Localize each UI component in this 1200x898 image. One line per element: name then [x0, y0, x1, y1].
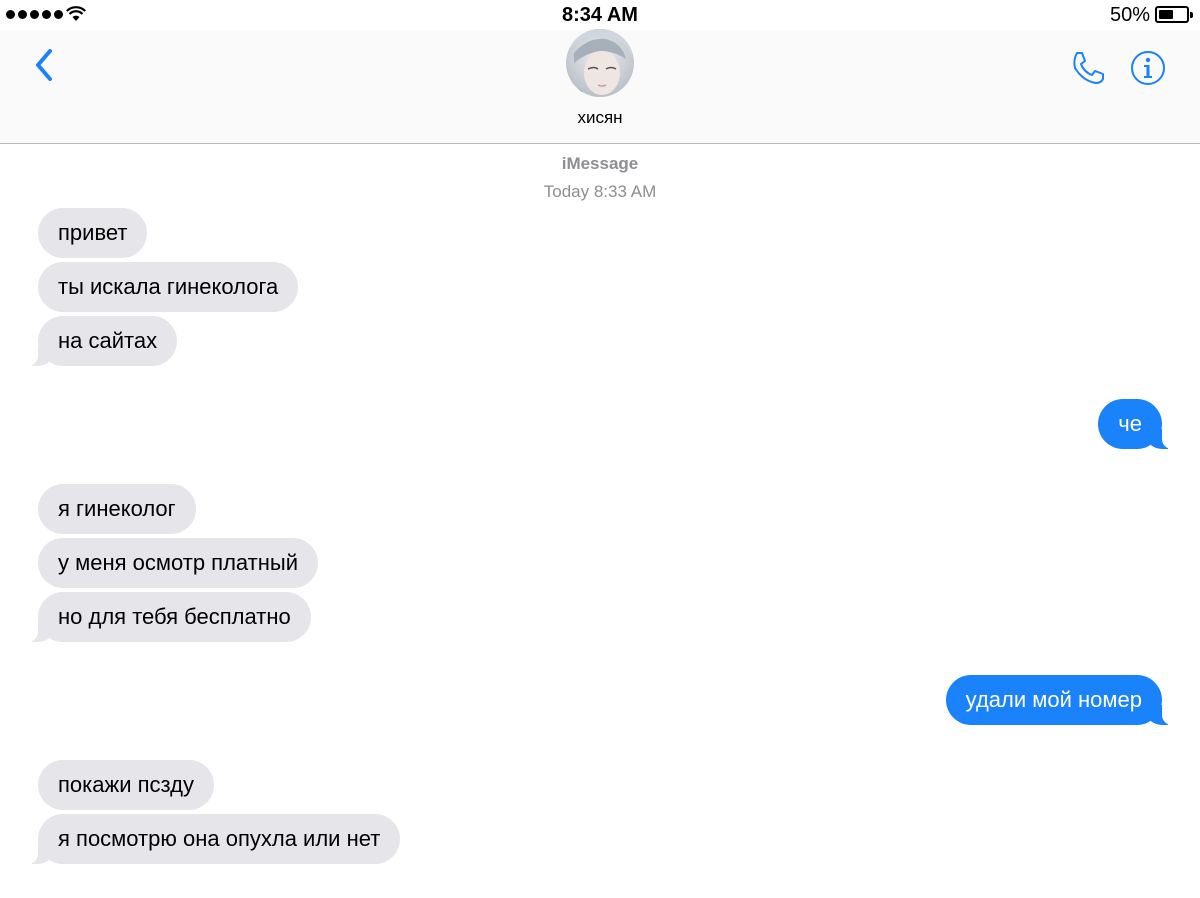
back-chevron-icon[interactable] — [30, 46, 60, 86]
contact-name[interactable]: хисян — [0, 108, 1200, 128]
conversation-timestamp: Today 8:33 AM — [543, 182, 657, 201]
status-bar: 8:34 AM 50% — [0, 0, 1200, 30]
phone-icon[interactable] — [1068, 48, 1108, 88]
battery-percentage: 50% — [1109, 4, 1150, 26]
outgoing-message[interactable]: удали мой номер — [945, 675, 1179, 725]
status-time: 8:34 AM — [562, 4, 638, 26]
incoming-message[interactable]: я посмотрю она опухла или нет — [21, 814, 401, 864]
incoming-message[interactable]: но для тебя бесплатно — [22, 592, 311, 642]
incoming-message[interactable]: ты искала гинеколога — [38, 262, 299, 312]
incoming-message[interactable]: я гинеколог — [38, 484, 196, 534]
avatar-photo — [566, 29, 634, 97]
battery-icon — [1155, 6, 1193, 23]
incoming-message[interactable]: на сайтах — [21, 316, 178, 366]
conversation-header: хисян — [0, 29, 1200, 144]
incoming-message[interactable]: привет — [38, 208, 148, 258]
incoming-message[interactable]: у меня осмотр платный — [38, 538, 319, 588]
service-label: iMessage — [561, 154, 639, 173]
contact-avatar[interactable] — [566, 29, 634, 97]
info-icon[interactable] — [1128, 48, 1168, 88]
incoming-message[interactable]: покажи псзду — [38, 760, 214, 810]
outgoing-message[interactable]: че — [1098, 399, 1178, 449]
